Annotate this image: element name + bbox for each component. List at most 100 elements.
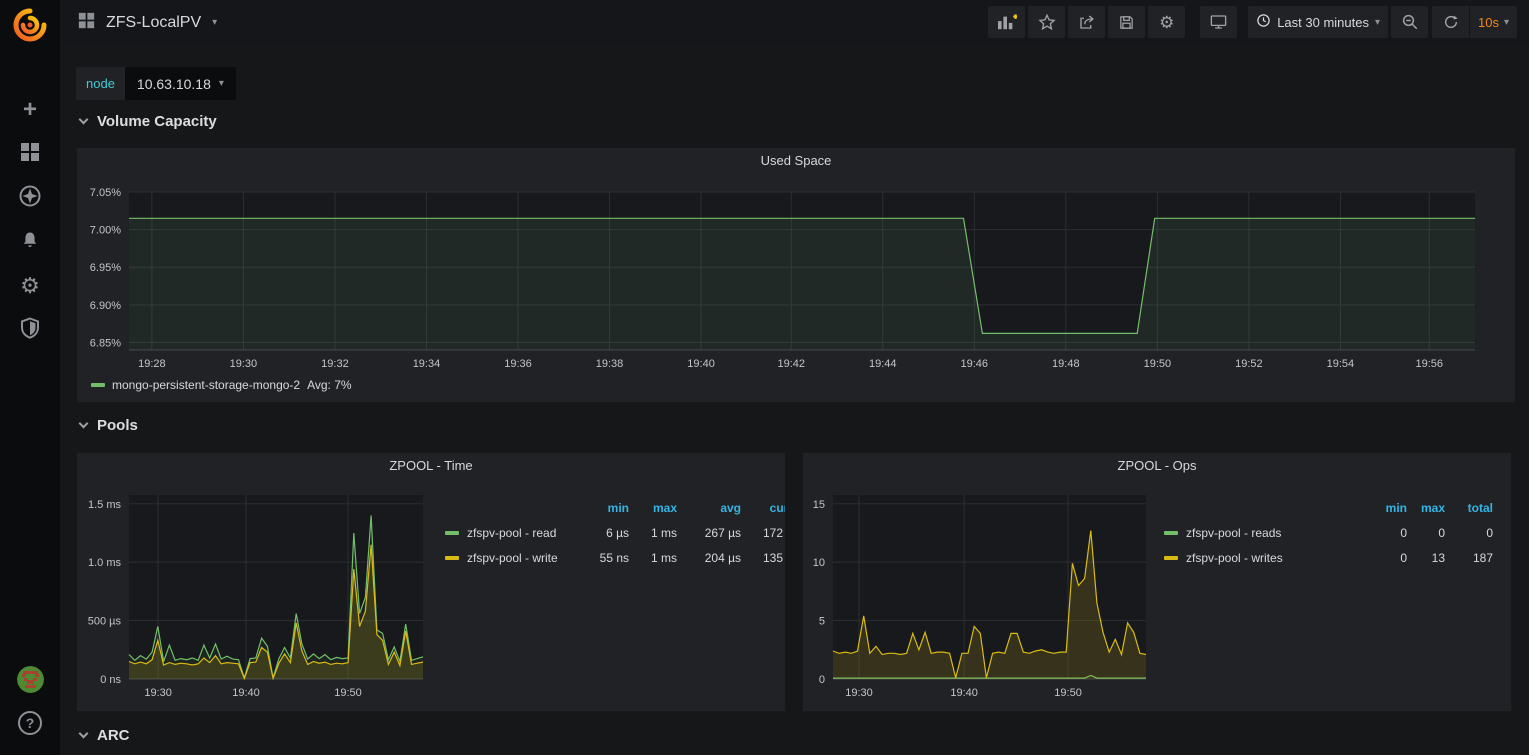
value-current: 135 — [741, 551, 783, 565]
legend-row-read: zfspv-pool - read 6 µs 1 ms 267 µs 172 — [445, 520, 785, 545]
svg-text:19:46: 19:46 — [961, 358, 989, 370]
dashboards-grid-icon — [20, 142, 40, 167]
user-avatar[interactable] — [0, 657, 60, 701]
sidebar-menu: + — [0, 88, 60, 352]
dashboard-title-button[interactable]: ZFS-LocalPV ▾ — [60, 12, 217, 34]
svg-text:19:50: 19:50 — [1054, 687, 1082, 699]
sidebar-item-explore[interactable] — [0, 176, 60, 220]
legend-col-min[interactable]: min — [1352, 501, 1407, 515]
dashboard-settings-button[interactable]: ⚙ — [1148, 6, 1185, 38]
series-name[interactable]: mongo-persistent-storage-mongo-2 — [112, 378, 300, 392]
panel-used-space: Used Space 19:2819:3019:3219:3419:3619:3… — [76, 147, 1516, 403]
section-pools[interactable]: Pools — [80, 417, 138, 434]
caret-down-icon: ▾ — [1504, 17, 1509, 28]
svg-text:19:52: 19:52 — [1235, 358, 1263, 370]
value-total: 187 — [1445, 551, 1493, 565]
legend-col-current[interactable]: current — [741, 501, 785, 515]
svg-text:19:36: 19:36 — [504, 358, 532, 370]
svg-text:1.0 ms: 1.0 ms — [88, 557, 122, 569]
sidebar-item-server-admin[interactable] — [0, 308, 60, 352]
legend-row-write: zfspv-pool - write 55 ns 1 ms 204 µs 135 — [445, 545, 785, 570]
svg-text:7.05%: 7.05% — [90, 187, 121, 199]
series-swatch[interactable] — [445, 556, 459, 560]
series-swatch[interactable] — [1164, 556, 1178, 560]
panel-zpool-time: ZPOOL - Time 19:3019:4019:500 ns500 µs1.… — [76, 452, 786, 712]
sidebar-item-configuration[interactable]: ⚙ — [0, 264, 60, 308]
value-max: 1 ms — [629, 551, 677, 565]
series-name[interactable]: zfspv-pool - read — [467, 526, 556, 540]
svg-text:19:30: 19:30 — [230, 358, 258, 370]
zpool-time-chart[interactable]: 19:3019:4019:500 ns500 µs1.0 ms1.5 ms — [81, 483, 429, 709]
share-dashboard-button[interactable] — [1068, 6, 1105, 38]
svg-text:19:40: 19:40 — [687, 358, 715, 370]
legend-col-total[interactable]: total — [1445, 501, 1493, 515]
node-variable-label: node — [76, 67, 125, 100]
node-variable-dropdown[interactable]: node 10.63.10.18 ▾ — [76, 67, 236, 100]
svg-text:19:34: 19:34 — [413, 358, 441, 370]
time-range-picker[interactable]: Last 30 minutes ▾ — [1248, 6, 1388, 38]
series-name[interactable]: zfspv-pool - write — [467, 551, 558, 565]
compass-icon — [19, 185, 41, 212]
star-dashboard-button[interactable] — [1028, 6, 1065, 38]
value-min: 6 µs — [573, 526, 629, 540]
avatar-image — [17, 666, 44, 693]
legend-col-min[interactable]: min — [573, 501, 629, 515]
legend-col-max[interactable]: max — [629, 501, 677, 515]
caret-down-icon: ▾ — [219, 78, 224, 89]
value-total: 0 — [1445, 526, 1493, 540]
svg-text:19:48: 19:48 — [1052, 358, 1080, 370]
svg-text:19:40: 19:40 — [232, 687, 260, 699]
section-volume-capacity[interactable]: Volume Capacity — [80, 113, 217, 130]
panel-title-zpool-time[interactable]: ZPOOL - Time — [77, 458, 785, 473]
legend-col-avg[interactable]: avg — [677, 501, 741, 515]
sidebar-item-dashboards[interactable] — [0, 132, 60, 176]
help-button[interactable]: ? — [0, 701, 60, 745]
save-dashboard-button[interactable] — [1108, 6, 1145, 38]
refresh-interval-picker[interactable]: 10s ▾ — [1470, 6, 1517, 38]
chevron-down-icon — [79, 729, 89, 739]
legend-col-max[interactable]: max — [1407, 501, 1445, 515]
svg-text:500 µs: 500 µs — [88, 616, 122, 628]
panel-title-zpool-ops[interactable]: ZPOOL - Ops — [803, 458, 1511, 473]
plus-accent — [1013, 14, 1017, 19]
legend-header-row: min max total — [1164, 495, 1509, 520]
svg-text:19:42: 19:42 — [777, 358, 805, 370]
series-name[interactable]: zfspv-pool - writes — [1186, 551, 1283, 565]
sidebar-item-create[interactable]: + — [0, 88, 60, 132]
time-range-label: Last 30 minutes — [1277, 15, 1369, 30]
svg-text:19:44: 19:44 — [869, 358, 897, 370]
svg-text:0 ns: 0 ns — [100, 674, 121, 686]
navbar-actions: ⚙ Last 30 minutes ▾ — [985, 6, 1517, 38]
top-navbar: ZFS-LocalPV ▾ — [60, 0, 1529, 45]
shield-icon — [20, 317, 40, 344]
svg-text:7.00%: 7.00% — [90, 225, 121, 237]
used-space-legend: mongo-persistent-storage-mongo-2 Avg: 7% — [91, 378, 352, 392]
svg-text:5: 5 — [819, 616, 825, 628]
svg-text:1.5 ms: 1.5 ms — [88, 499, 122, 511]
zpool-time-legend: min max avg current zfspv-pool - read 6 … — [445, 495, 785, 577]
sidebar-item-alerting[interactable] — [0, 220, 60, 264]
value-min: 55 ns — [573, 551, 629, 565]
grafana-logo-icon[interactable] — [12, 7, 48, 43]
dashboard-title: ZFS-LocalPV — [106, 14, 201, 32]
refresh-button[interactable] — [1432, 6, 1469, 38]
cycle-view-mode-button[interactable] — [1200, 6, 1237, 38]
zoom-out-button[interactable] — [1391, 6, 1428, 38]
section-arc[interactable]: ARC — [80, 727, 130, 744]
series-swatch[interactable] — [445, 531, 459, 535]
gear-icon: ⚙ — [20, 275, 40, 297]
refresh-interval-label: 10s — [1478, 15, 1499, 30]
svg-text:19:32: 19:32 — [321, 358, 349, 370]
used-space-chart[interactable]: 19:2819:3019:3219:3419:3619:3819:4019:42… — [83, 180, 1511, 376]
gear-icon: ⚙ — [1159, 14, 1174, 31]
series-name[interactable]: zfspv-pool - reads — [1186, 526, 1281, 540]
series-swatch[interactable] — [1164, 531, 1178, 535]
svg-text:19:38: 19:38 — [596, 358, 624, 370]
panel-title-used-space[interactable]: Used Space — [77, 153, 1515, 168]
dashboard-grid-icon — [78, 12, 95, 34]
add-panel-button[interactable] — [988, 6, 1025, 38]
legend-row-reads: zfspv-pool - reads 0 0 0 — [1164, 520, 1509, 545]
svg-text:19:30: 19:30 — [845, 687, 873, 699]
series-swatch[interactable] — [91, 383, 105, 387]
zpool-ops-chart[interactable]: 19:3019:4019:50051015 — [807, 483, 1155, 709]
